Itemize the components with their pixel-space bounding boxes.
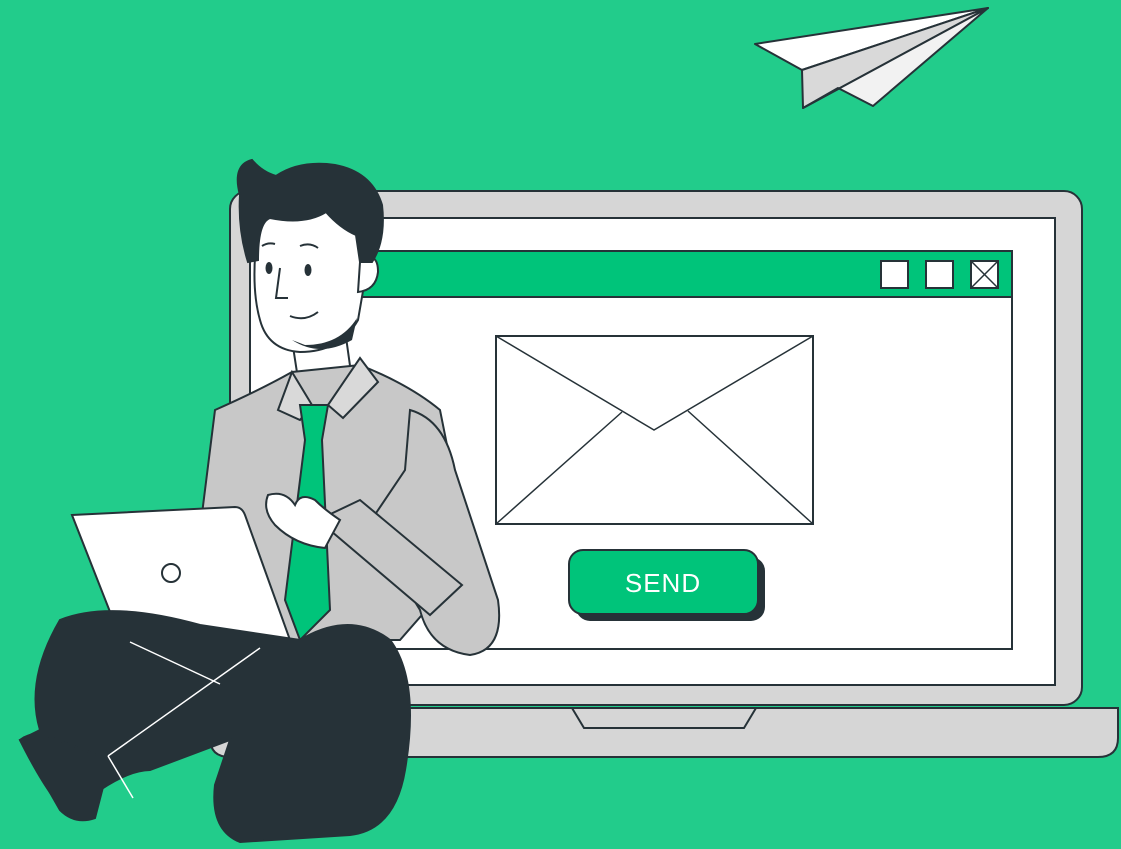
close-icon[interactable] <box>970 260 999 289</box>
eye-right <box>304 264 312 276</box>
maximize-icon[interactable] <box>925 260 954 289</box>
eye-left <box>265 262 273 274</box>
send-button-label: SEND <box>625 568 701 598</box>
minimize-icon[interactable] <box>880 260 909 289</box>
send-button[interactable]: SEND <box>568 549 765 621</box>
illustration: SEND <box>18 7 1119 844</box>
paper-plane-icon <box>754 7 989 109</box>
envelope-icon <box>495 335 814 525</box>
laptop-notch <box>570 707 758 729</box>
circle-logo-icon <box>161 563 181 583</box>
